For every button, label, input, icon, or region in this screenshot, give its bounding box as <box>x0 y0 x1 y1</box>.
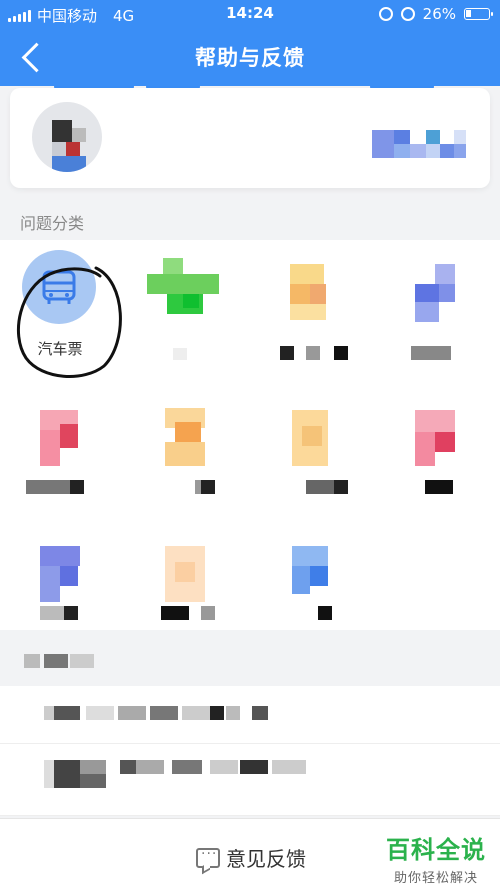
avatar <box>32 102 102 172</box>
blurred-category-icon <box>147 250 221 324</box>
status-bar: 中国移动 4G 14:24 26% <box>0 0 500 28</box>
category-item[interactable] <box>0 522 125 648</box>
category-item[interactable] <box>375 240 500 366</box>
page-title: 帮助与反馈 <box>195 46 305 70</box>
category-item[interactable] <box>125 386 250 512</box>
blurred-category-icon <box>147 532 221 606</box>
list-section-header <box>0 632 500 686</box>
battery-icon <box>464 8 493 20</box>
category-item[interactable] <box>250 240 375 366</box>
category-grid: 汽车票 <box>0 240 500 630</box>
category-item[interactable] <box>250 522 375 648</box>
blurred-category-icon <box>397 250 471 324</box>
nav-bar: 帮助与反馈 <box>0 28 500 86</box>
alarm-icon <box>400 7 415 21</box>
watermark-subtitle: 助你轻松解决 <box>393 871 478 886</box>
category-item[interactable] <box>0 386 125 512</box>
category-bus-ticket[interactable]: 汽车票 <box>0 240 125 366</box>
chat-icon <box>196 846 220 868</box>
category-section-label: 问题分类 <box>20 214 85 233</box>
blurred-category-icon <box>397 396 471 470</box>
blurred-category-icon <box>22 396 96 470</box>
user-card[interactable] <box>10 88 490 188</box>
feedback-button[interactable]: 意见反馈 <box>196 843 306 872</box>
blurred-category-icon <box>272 532 346 606</box>
category-label: 汽车票 <box>37 340 83 358</box>
watermark-logo: 百科全说 助你轻松解决 <box>376 830 496 886</box>
category-item[interactable] <box>375 386 500 512</box>
rotation-lock-icon <box>378 7 393 21</box>
faq-list-item[interactable] <box>0 686 500 744</box>
category-item[interactable] <box>125 240 250 366</box>
battery-percent: 26% <box>422 5 456 23</box>
blurred-category-icon <box>22 532 96 606</box>
category-item[interactable] <box>125 522 250 648</box>
bus-icon <box>42 270 76 304</box>
blurred-category-icon <box>272 396 346 470</box>
faq-list-item[interactable] <box>0 744 500 816</box>
header: 中国移动 4G 14:24 26% 帮助与反馈 <box>0 0 500 86</box>
feedback-label: 意见反馈 <box>226 847 306 871</box>
blurred-category-icon <box>147 396 221 470</box>
blurred-category-icon <box>272 250 346 324</box>
watermark-title: 百科全说 <box>386 836 486 864</box>
category-item[interactable] <box>250 386 375 512</box>
